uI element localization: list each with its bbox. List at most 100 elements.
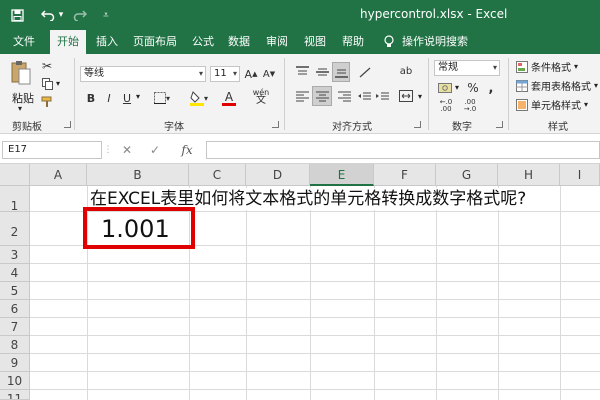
row-header-2[interactable]: 2 bbox=[0, 212, 30, 246]
grow-font-button[interactable]: A ▲ bbox=[244, 66, 258, 82]
gridline bbox=[30, 263, 600, 264]
align-top-icon[interactable] bbox=[294, 64, 310, 80]
fill-color-button[interactable]: ▾ bbox=[186, 89, 212, 107]
accounting-format-icon[interactable] bbox=[436, 80, 454, 96]
save-icon[interactable] bbox=[8, 7, 26, 23]
paste-button[interactable]: 粘贴 bbox=[12, 90, 34, 106]
name-box[interactable]: E17 bbox=[2, 141, 102, 159]
row-header-5[interactable]: 5 bbox=[0, 282, 30, 300]
tab-page-layout[interactable]: 页面布局 bbox=[128, 30, 182, 54]
italic-button[interactable]: I bbox=[102, 90, 116, 106]
highlight-box bbox=[83, 207, 195, 249]
bold-button[interactable]: B bbox=[84, 90, 98, 106]
font-color-button[interactable]: A bbox=[216, 89, 242, 107]
tab-formulas[interactable]: 公式 bbox=[188, 30, 218, 54]
column-header-c[interactable]: C bbox=[189, 164, 246, 186]
formula-input[interactable] bbox=[206, 141, 600, 159]
column-header-h[interactable]: H bbox=[498, 164, 560, 186]
cancel-entry-icon[interactable]: ✕ bbox=[118, 141, 136, 159]
row-header-4[interactable]: 4 bbox=[0, 264, 30, 282]
cut-icon[interactable]: ✂ bbox=[40, 59, 54, 73]
gridline bbox=[436, 186, 437, 400]
number-launcher-icon[interactable] bbox=[496, 121, 503, 128]
align-left-icon[interactable] bbox=[294, 88, 310, 104]
row-header-11[interactable]: 11 bbox=[0, 390, 30, 400]
merge-dropdown-icon[interactable]: ▾ bbox=[418, 92, 422, 101]
chevron-down-icon: ▾ bbox=[492, 63, 497, 72]
lightbulb-icon[interactable] bbox=[382, 30, 396, 54]
worksheet-grid[interactable]: A B C D E F G H I 1 2 3 4 5 6 7 8 9 10 1… bbox=[0, 164, 600, 400]
column-header-i[interactable]: I bbox=[560, 164, 600, 186]
orientation-icon[interactable] bbox=[356, 64, 374, 80]
phonetic-button[interactable]: wén 文 bbox=[250, 87, 272, 107]
chevron-down-icon: ▾ bbox=[198, 69, 203, 78]
cell-styles-button[interactable]: 单元格样式 ▾ bbox=[516, 97, 588, 112]
percent-style-button[interactable]: % bbox=[466, 80, 480, 96]
row-header-3[interactable]: 3 bbox=[0, 246, 30, 264]
font-color-icon: A bbox=[224, 89, 234, 104]
border-button[interactable]: ▾ bbox=[150, 90, 174, 106]
paste-icon[interactable] bbox=[8, 58, 34, 88]
insert-function-button[interactable]: fx bbox=[176, 141, 198, 159]
column-header-e[interactable]: E bbox=[310, 164, 374, 186]
column-header-b[interactable]: B bbox=[87, 164, 189, 186]
tab-help[interactable]: 帮助 bbox=[338, 30, 368, 54]
alignment-launcher-icon[interactable] bbox=[414, 121, 421, 128]
row-header-6[interactable]: 6 bbox=[0, 300, 30, 318]
confirm-entry-icon[interactable]: ✓ bbox=[146, 141, 164, 159]
column-header-d[interactable]: D bbox=[246, 164, 310, 186]
tab-data[interactable]: 数据 bbox=[224, 30, 254, 54]
font-name-combo[interactable]: 等线 ▾ bbox=[80, 66, 206, 82]
paste-dropdown-icon[interactable]: ▾ bbox=[18, 104, 22, 113]
tab-file[interactable]: 文件 bbox=[6, 30, 42, 54]
tell-me-search[interactable]: 操作说明搜索 bbox=[400, 30, 470, 54]
tab-insert[interactable]: 插入 bbox=[92, 30, 122, 54]
number-format-value: 常规 bbox=[438, 62, 458, 73]
wrap-text-button[interactable]: ab bbox=[396, 62, 416, 80]
font-group-label: 字体 bbox=[164, 122, 184, 133]
number-format-combo[interactable]: 常规 ▾ bbox=[434, 60, 500, 76]
decrease-decimal-icon[interactable]: .00 →.0 bbox=[460, 98, 480, 114]
copy-icon[interactable] bbox=[40, 77, 54, 91]
merge-center-icon[interactable] bbox=[396, 86, 416, 106]
decrease-indent-icon[interactable] bbox=[356, 88, 372, 104]
shrink-font-button[interactable]: A ▼ bbox=[262, 66, 276, 82]
align-middle-icon[interactable] bbox=[314, 64, 330, 80]
row-header-10[interactable]: 10 bbox=[0, 372, 30, 390]
chevron-down-icon: ▾ bbox=[584, 100, 589, 109]
font-size-combo[interactable]: 11 ▾ bbox=[210, 66, 240, 82]
conditional-formatting-button[interactable]: 条件格式 ▾ bbox=[516, 59, 578, 74]
format-painter-icon[interactable] bbox=[40, 95, 54, 109]
font-launcher-icon[interactable] bbox=[272, 121, 279, 128]
select-all-corner[interactable] bbox=[0, 164, 30, 186]
row-header-8[interactable]: 8 bbox=[0, 336, 30, 354]
format-as-table-button[interactable]: 套用表格格式 ▾ bbox=[516, 78, 598, 93]
name-box-dropdown-icon[interactable]: ⋮ bbox=[104, 141, 113, 159]
customize-qat-icon[interactable]: ⩡ bbox=[100, 7, 112, 23]
copy-dropdown-icon[interactable]: ▾ bbox=[56, 79, 60, 88]
clipboard-launcher-icon[interactable] bbox=[64, 121, 71, 128]
row-header-9[interactable]: 9 bbox=[0, 354, 30, 372]
increase-indent-icon[interactable] bbox=[374, 88, 390, 104]
gridline bbox=[560, 186, 561, 400]
tab-home[interactable]: 开始 bbox=[50, 30, 86, 54]
tab-view[interactable]: 视图 bbox=[300, 30, 330, 54]
column-header-g[interactable]: G bbox=[436, 164, 498, 186]
underline-dropdown-icon[interactable]: ▾ bbox=[136, 92, 140, 101]
align-bottom-icon[interactable] bbox=[332, 62, 350, 82]
column-header-a[interactable]: A bbox=[30, 164, 87, 186]
redo-icon[interactable] bbox=[72, 7, 88, 23]
row-header-1[interactable]: 1 bbox=[0, 186, 30, 213]
row-header-7[interactable]: 7 bbox=[0, 318, 30, 336]
column-header-f[interactable]: F bbox=[374, 164, 436, 186]
undo-icon[interactable] bbox=[40, 7, 56, 23]
accounting-dropdown-icon[interactable]: ▾ bbox=[455, 83, 459, 92]
comma-style-button[interactable]: , bbox=[484, 80, 498, 96]
increase-decimal-icon[interactable]: ←.0.00 bbox=[436, 98, 456, 114]
align-right-icon[interactable] bbox=[336, 88, 352, 104]
align-center-icon[interactable] bbox=[312, 86, 332, 106]
gridline bbox=[30, 353, 600, 354]
tab-review[interactable]: 审阅 bbox=[262, 30, 292, 54]
underline-button[interactable]: U bbox=[120, 90, 134, 106]
undo-dropdown-icon[interactable]: ▾ bbox=[57, 7, 65, 23]
